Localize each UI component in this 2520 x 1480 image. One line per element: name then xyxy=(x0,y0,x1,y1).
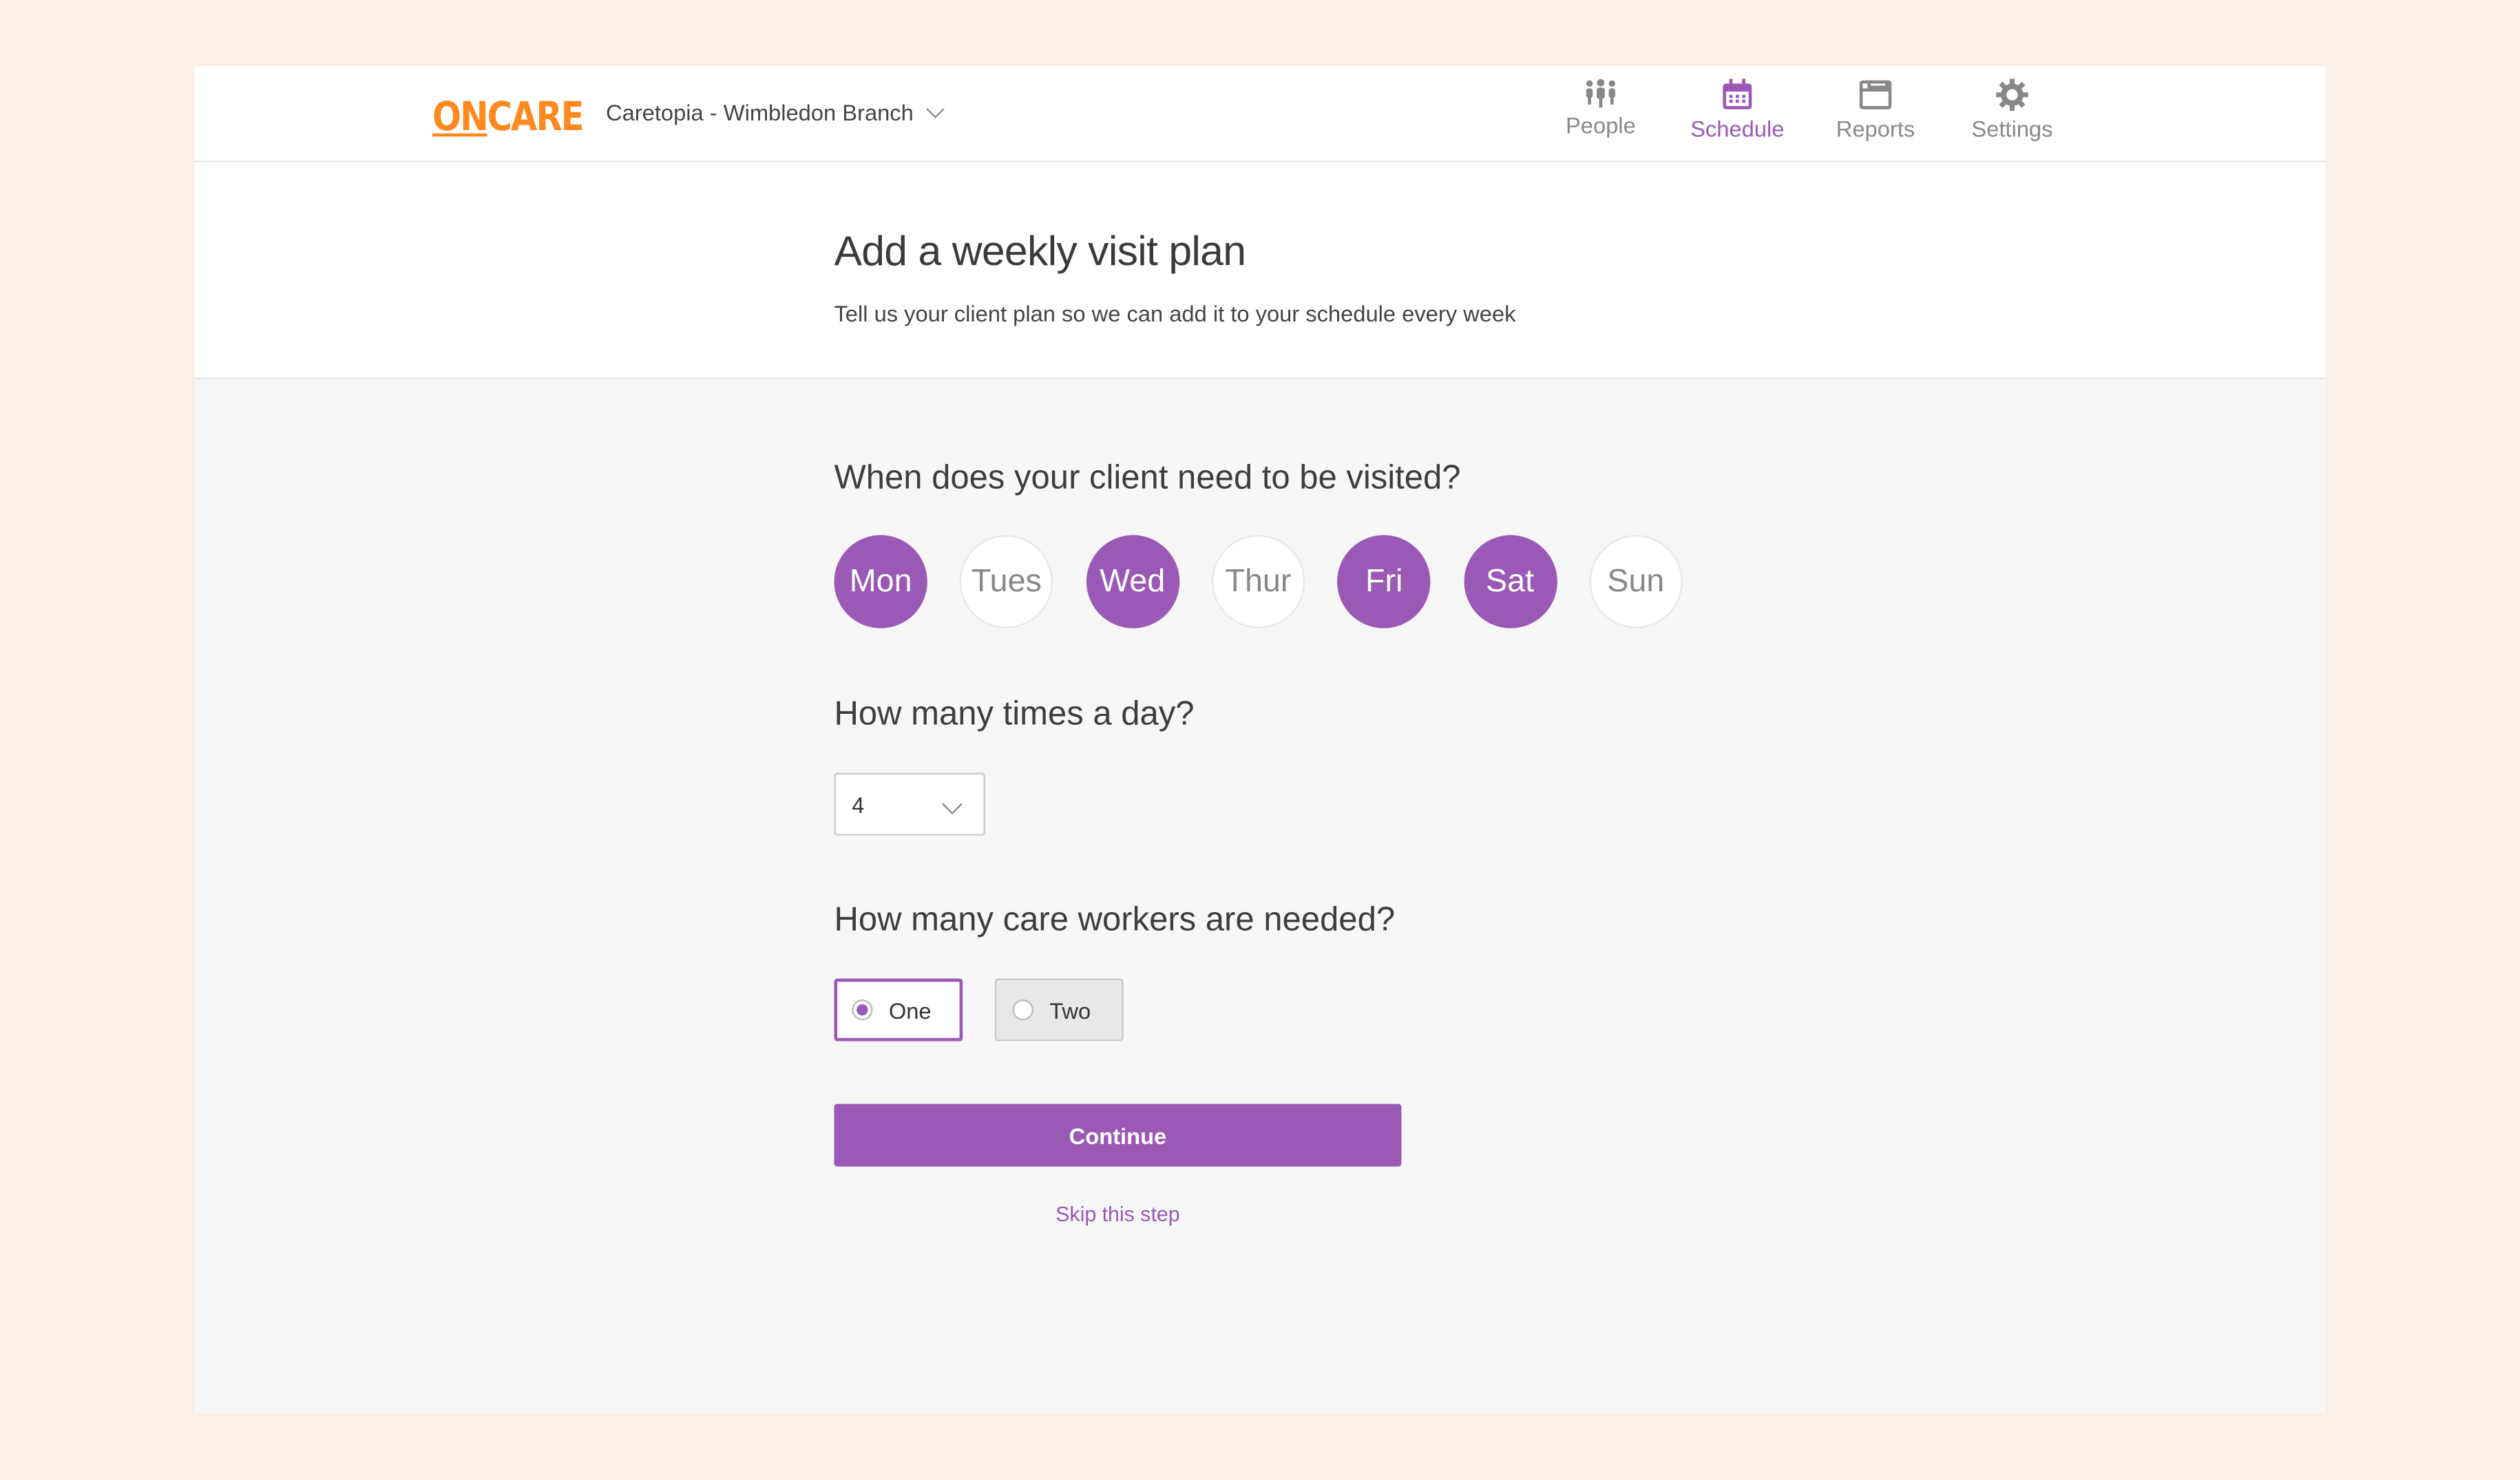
option-label: Two xyxy=(1049,997,1091,1023)
nav-label: Reports xyxy=(1836,116,1915,142)
logo-on: ON xyxy=(432,93,489,140)
chevron-down-icon xyxy=(942,794,963,815)
branch-selector[interactable]: Caretopia - Wimbledon Branch xyxy=(605,99,945,126)
day-toggle-wed[interactable]: Wed xyxy=(1085,535,1179,628)
chevron-down-icon xyxy=(927,100,945,118)
day-toggle-thur[interactable]: Thur xyxy=(1211,535,1305,628)
select-value: 4 xyxy=(852,792,865,818)
day-toggle-sat[interactable]: Sat xyxy=(1463,535,1557,628)
radio-checked-icon xyxy=(852,999,873,1021)
oncare-logo[interactable]: ONCARE xyxy=(432,93,585,140)
branch-name: Caretopia - Wimbledon Branch xyxy=(605,99,914,126)
workers-option-two[interactable]: Two xyxy=(994,978,1124,1042)
day-toggle-sun[interactable]: Sun xyxy=(1589,535,1683,628)
app-window: ONCARE Caretopia - Wimbledon Branch Peop… xyxy=(194,65,2326,1415)
workers-option-one[interactable]: One xyxy=(834,978,963,1042)
skip-step-link[interactable]: Skip this step xyxy=(834,1202,1401,1226)
gear-icon xyxy=(1996,78,2028,112)
page-header: Add a weekly visit plan Tell us your cli… xyxy=(194,162,2326,379)
nav-label: Schedule xyxy=(1690,116,1785,142)
nav-schedule[interactable]: Schedule xyxy=(1673,78,1802,141)
nav-label: People xyxy=(1565,112,1636,138)
nav-people[interactable]: People xyxy=(1536,78,1665,138)
top-bar: ONCARE Caretopia - Wimbledon Branch Peop… xyxy=(194,65,2326,162)
reports-icon xyxy=(1859,80,1892,109)
nav-reports[interactable]: Reports xyxy=(1812,78,1940,141)
workers-question: How many care workers are needed? xyxy=(834,901,1396,939)
page-subtitle: Tell us your client plan so we can add i… xyxy=(834,300,1516,326)
option-label: One xyxy=(888,997,932,1023)
day-toggle-tues[interactable]: Tues xyxy=(960,535,1053,628)
times-question: How many times a day? xyxy=(834,695,1195,733)
nav-settings[interactable]: Settings xyxy=(1948,78,2077,141)
days-question: When does your client need to be visited… xyxy=(834,459,1461,497)
nav-label: Settings xyxy=(1971,116,2053,142)
page-title: Add a weekly visit plan xyxy=(834,226,1246,275)
logo-care: CARE xyxy=(487,93,585,140)
radio-unchecked-icon xyxy=(1012,999,1033,1021)
times-per-day-select[interactable]: 4 xyxy=(834,772,985,836)
day-toggle-mon[interactable]: Mon xyxy=(834,535,927,628)
people-icon xyxy=(1586,78,1615,108)
day-toggle-fri[interactable]: Fri xyxy=(1337,535,1431,628)
calendar-icon xyxy=(1723,78,1752,109)
continue-button[interactable]: Continue xyxy=(834,1103,1402,1167)
